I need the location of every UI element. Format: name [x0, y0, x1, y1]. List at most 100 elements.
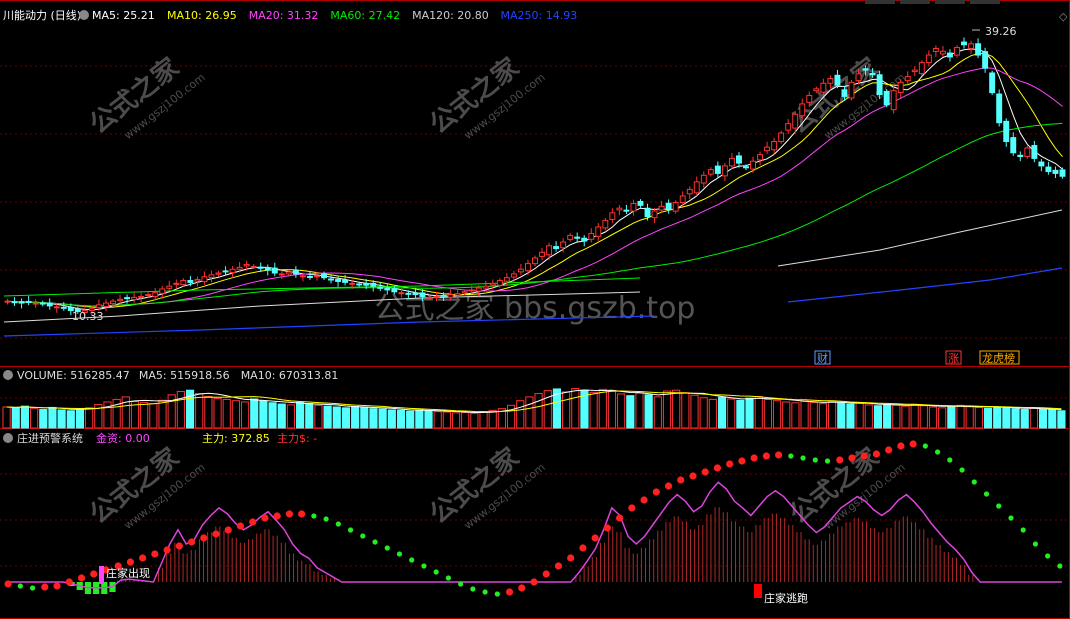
candle-body — [503, 277, 510, 282]
event-tag[interactable]: 龙虎榜 — [982, 351, 1015, 365]
volume-bar — [974, 406, 983, 429]
volume-bar — [39, 409, 48, 429]
volume-bar — [286, 404, 296, 429]
indicator-dot — [139, 554, 147, 562]
candle-body — [869, 72, 876, 76]
volume-legend: VOLUME: 516285.47 MA5: 515918.56 MA10: 670… — [17, 369, 338, 382]
indicator-dot — [505, 588, 514, 596]
menu-diamond-icon[interactable]: ◇ — [1059, 10, 1068, 23]
volume-bar — [479, 411, 488, 429]
indicator-dot — [726, 460, 734, 468]
watermark-layer: 公式之家 bbs.gszb.top 公式之家www.gszj100.com 公式之… — [84, 52, 908, 532]
candle-body — [482, 285, 489, 289]
candle-body — [229, 268, 236, 274]
volume-bar — [956, 404, 965, 429]
indicator-dot — [433, 569, 439, 575]
volume-bar — [277, 403, 286, 429]
candle-body — [250, 265, 257, 268]
collapse-icon[interactable] — [79, 10, 89, 20]
indicator-dot — [1020, 527, 1026, 533]
candle-body — [918, 62, 925, 75]
candle-body — [525, 263, 531, 272]
volume-bar — [717, 396, 727, 429]
indicator-dot — [738, 457, 746, 465]
candle-body — [215, 272, 222, 275]
candle-body — [377, 286, 384, 289]
indicator-dot — [249, 518, 257, 526]
indicator-dot — [421, 563, 427, 569]
candle-body — [440, 294, 447, 297]
candle-body — [904, 76, 911, 82]
volume-bar — [433, 411, 442, 429]
volume-bar — [30, 408, 39, 429]
toolbar-stubs: ◇ — [865, 0, 1068, 23]
volume-bar — [635, 392, 644, 429]
volume-bar — [1002, 407, 1011, 429]
candle-body — [496, 280, 503, 286]
volume-bar — [323, 405, 332, 429]
indicator-dot — [652, 488, 660, 496]
event-tag[interactable]: 涨 — [948, 352, 959, 365]
volume-bar — [965, 406, 974, 429]
candle-body — [602, 219, 609, 229]
volume-bar — [387, 409, 396, 429]
collapse-icon[interactable] — [3, 370, 13, 380]
candle-body — [630, 202, 637, 212]
candle-body — [546, 245, 553, 256]
volume-bar — [983, 407, 993, 429]
candle-body — [335, 279, 342, 282]
candle-body — [510, 273, 517, 278]
indicator-dot — [664, 482, 673, 490]
volume-bar — [809, 401, 818, 429]
indicator-dot — [311, 513, 317, 519]
volume-bar — [763, 398, 772, 429]
indicator-dot — [29, 585, 36, 591]
indicator-dot — [4, 580, 12, 588]
candle-body — [475, 287, 482, 292]
indicator-dot — [200, 534, 208, 542]
volume-label: MA10: 670313.81 — [241, 369, 339, 382]
ma120-line — [777, 209, 1063, 267]
candle-body — [398, 292, 405, 295]
volume-bar — [332, 406, 341, 429]
candle-body — [299, 275, 306, 278]
candle-body — [539, 251, 545, 257]
stock-chart-canvas: 公式之家 bbs.gszb.top 公式之家www.gszj100.com 公式之… — [0, 0, 1070, 619]
volume-bar — [195, 393, 204, 429]
volume-bar — [883, 403, 892, 429]
volume-bar — [626, 395, 635, 429]
candle-body — [264, 267, 271, 271]
indicator-dot — [762, 452, 770, 460]
candle-body — [391, 288, 398, 293]
candle-body — [180, 280, 187, 286]
volume-bar — [837, 402, 846, 429]
candle-body — [426, 296, 433, 299]
candle-body — [785, 123, 792, 131]
candle-body — [187, 280, 194, 283]
indicator-dot — [65, 578, 73, 586]
indicator-dot — [17, 583, 23, 589]
volume-bar — [66, 410, 75, 429]
candle-body — [208, 274, 215, 278]
candle-body — [743, 166, 749, 169]
indicator-dot — [445, 575, 451, 581]
indicator-dot — [824, 458, 831, 464]
candle-body — [975, 43, 982, 56]
event-tag[interactable]: 财 — [817, 351, 828, 365]
collapse-icon[interactable] — [3, 433, 13, 443]
indicator-title: 庄进预警系统 — [17, 431, 83, 445]
volume-bar — [672, 389, 681, 429]
volume-bar — [947, 405, 956, 429]
candle-body — [982, 51, 989, 69]
volume-label: MA5: 515918.56 — [139, 369, 230, 382]
volume-bar — [1011, 408, 1020, 429]
candle-body — [60, 306, 67, 309]
volume-bar — [296, 401, 305, 429]
candle-body — [117, 298, 124, 302]
volume-bar — [690, 394, 699, 429]
candle-body — [686, 188, 693, 195]
indicator-dot — [542, 570, 550, 578]
candle-body — [201, 276, 208, 283]
indicator-dot — [347, 527, 354, 533]
volume-bar — [268, 402, 277, 429]
